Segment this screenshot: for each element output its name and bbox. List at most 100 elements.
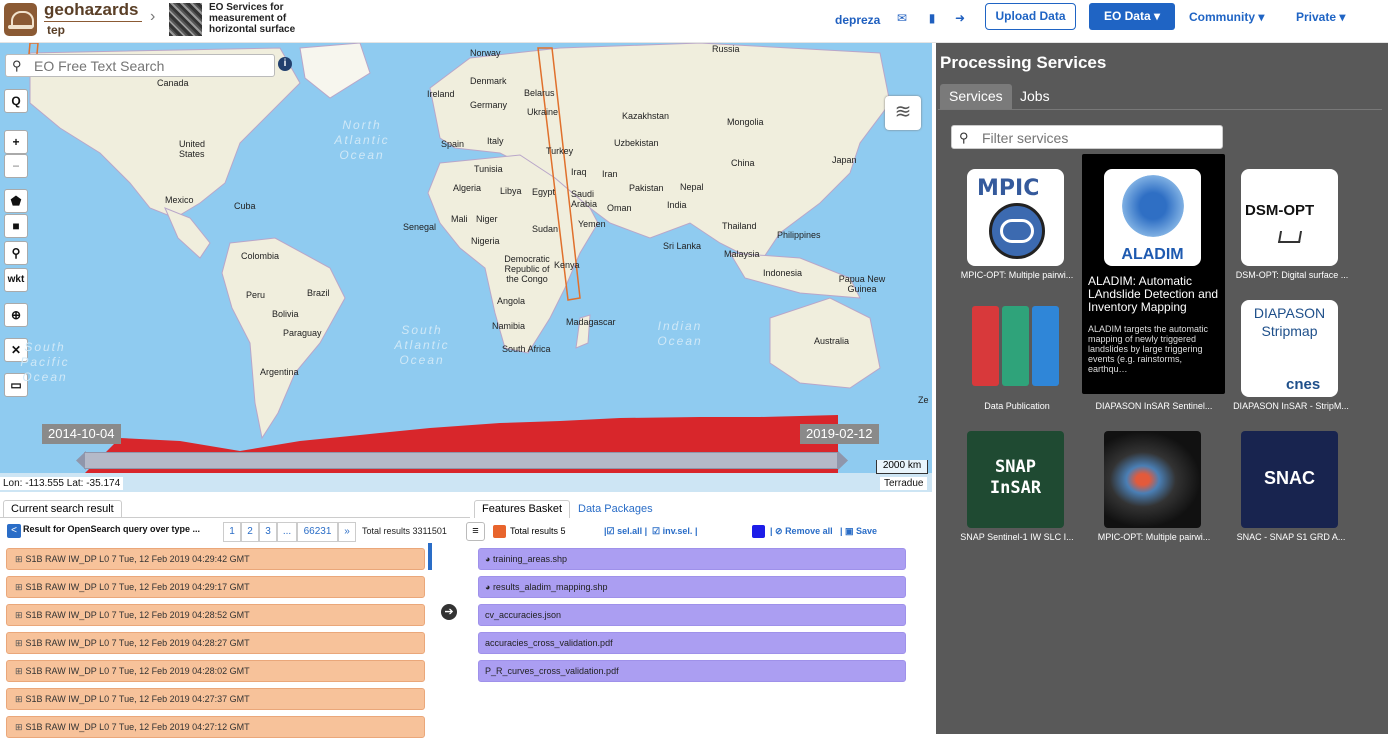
community-menu[interactable]: Community ▾ (1189, 10, 1264, 24)
save-link[interactable]: | ▣ Save (840, 526, 877, 537)
username-link[interactable]: depreza (835, 13, 880, 27)
binder-red-icon (972, 306, 999, 386)
map-label: Argentina (260, 367, 299, 377)
snap-logo-text: SNAP InSAR (989, 457, 1042, 498)
map-label: Sri Lanka (663, 241, 702, 251)
draw-polygon-button[interactable]: ⬟ (4, 189, 28, 213)
zoom-in-button[interactable]: + (4, 130, 28, 154)
service-tile-mpic-opt-2[interactable] (1104, 431, 1201, 528)
map-label: United States (179, 139, 206, 159)
service-label[interactable]: Data Publication (952, 401, 1082, 411)
page-1[interactable]: 1 (223, 522, 241, 542)
draw-point-button[interactable]: ⚲ (4, 241, 28, 265)
share-icon[interactable]: < (7, 524, 21, 538)
service-tile-aladim[interactable]: ALADIM (1104, 169, 1201, 266)
page-next[interactable]: » (338, 522, 356, 542)
basket-item[interactable]: cv_accuracies.json (478, 604, 906, 626)
private-menu[interactable]: Private ▾ (1296, 10, 1345, 24)
page-ellipsis[interactable]: ... (277, 522, 297, 542)
service-tile-snap-insar[interactable]: SNAP InSAR (967, 431, 1064, 528)
basket-item[interactable]: ◕ results_aladim_mapping.shp (478, 576, 906, 598)
inv-sel-text: inv.sel. (662, 526, 693, 536)
info-icon[interactable]: i (278, 57, 292, 71)
tab-features-basket[interactable]: Features Basket (474, 500, 571, 518)
result-row[interactable]: ⊞ S1B RAW IW_DP L0 7 Tue, 12 Feb 2019 04:… (6, 688, 425, 710)
results-scrollbar[interactable] (428, 543, 432, 570)
map-label: Colombia (241, 251, 280, 261)
wkt-button[interactable]: wkt (4, 268, 28, 292)
map-attribution[interactable]: Terradue (880, 477, 928, 490)
layers-button[interactable]: ≋ (885, 96, 921, 130)
brand-name[interactable]: geohazards (44, 0, 138, 20)
map-label: Sudan (532, 224, 559, 234)
tab-data-packages[interactable]: Data Packages (578, 503, 653, 515)
filter-services-box[interactable]: ⚲ (951, 125, 1223, 149)
remove-all-link[interactable]: | ⊘ Remove all (770, 526, 833, 537)
search-tool-button[interactable]: Q (4, 89, 28, 113)
basket-color-swatch[interactable] (493, 525, 506, 538)
project-thumbnail (169, 3, 202, 36)
move-to-basket-button[interactable]: ➔ (441, 604, 457, 620)
basket-item[interactable]: accuracies_cross_validation.pdf (478, 632, 906, 654)
service-tile-diapason-stripmap[interactable]: DIAPASON Stripmap cnes (1241, 300, 1338, 397)
basket-blue-swatch[interactable] (752, 525, 765, 538)
zoom-out-button[interactable]: − (4, 154, 28, 178)
timeline-slider[interactable] (84, 452, 838, 469)
timeline-start-date[interactable]: 2014-10-04 (42, 424, 121, 444)
filter-services-input[interactable] (982, 129, 1217, 146)
result-row[interactable]: ⊞ S1B RAW IW_DP L0 7 Tue, 12 Feb 2019 04:… (6, 604, 425, 626)
map-label: Yemen (578, 219, 606, 229)
page-last[interactable]: 66231 (297, 522, 338, 542)
page-2[interactable]: 2 (241, 522, 259, 542)
basket-item[interactable]: ◕ training_areas.shp (478, 548, 906, 570)
tab-services[interactable]: Services (940, 84, 1012, 109)
page-3[interactable]: 3 (259, 522, 277, 542)
invert-selection-link[interactable]: ☑ inv.sel. | (652, 526, 697, 537)
tab-jobs[interactable]: Jobs (1011, 84, 1059, 109)
map-label: Malaysia (724, 249, 760, 259)
basket-menu-icon[interactable]: ≡ (466, 522, 485, 541)
tab-current-search-result[interactable]: Current search result (3, 500, 122, 518)
geohazards-logo[interactable] (4, 3, 37, 36)
map-label: Turkey (546, 146, 574, 156)
map-label: Mongolia (727, 117, 764, 127)
timeline-end-date[interactable]: 2019-02-12 (800, 424, 879, 444)
globe-tool-button[interactable]: ⊕ (4, 303, 28, 327)
result-row[interactable]: ⊞ S1B RAW IW_DP L0 7 Tue, 12 Feb 2019 04:… (6, 576, 425, 598)
map-label: China (731, 158, 755, 168)
service-tile-mpic-opt[interactable]: MPIC (967, 169, 1064, 266)
service-label[interactable]: SNAP Sentinel-1 IW SLC I... (952, 532, 1082, 542)
map-label: Namibia (492, 321, 526, 331)
sign-out-icon[interactable]: ➜ (953, 12, 967, 25)
service-label[interactable]: DIAPASON InSAR - StripM... (1226, 401, 1356, 411)
eo-search-box[interactable]: ⚲ (5, 54, 275, 77)
service-label[interactable]: MPIC-OPT: Multiple pairwi... (1089, 532, 1219, 542)
basket-item[interactable]: P_R_curves_cross_validation.pdf (478, 660, 906, 682)
eo-data-menu[interactable]: EO Data ▾ (1089, 3, 1175, 30)
service-label[interactable]: DSM-OPT: Digital surface ... (1227, 270, 1357, 280)
service-tile-data-publication[interactable] (967, 300, 1064, 397)
project-title[interactable]: EO Services for measurement of horizonta… (209, 2, 319, 35)
service-label[interactable]: MPIC-OPT: Multiple pairwi... (952, 270, 1082, 280)
upload-data-button[interactable]: Upload Data (985, 3, 1076, 30)
map-label: Algeria (453, 183, 482, 193)
result-row[interactable]: ⊞ S1B RAW IW_DP L0 7 Tue, 12 Feb 2019 04:… (6, 660, 425, 682)
result-row[interactable]: ⊞ S1B RAW IW_DP L0 7 Tue, 12 Feb 2019 04:… (6, 716, 425, 738)
map-label: Niger (476, 214, 498, 224)
service-label[interactable]: DIAPASON InSAR Sentinel... (1089, 401, 1219, 411)
tab-divider (938, 109, 1382, 110)
result-row[interactable]: ⊞ S1B RAW IW_DP L0 7 Tue, 12 Feb 2019 04:… (6, 548, 425, 570)
aladim-logo-text: ALADIM (1121, 246, 1184, 263)
ocean-label: Indian Ocean (657, 319, 703, 348)
result-row[interactable]: ⊞ S1B RAW IW_DP L0 7 Tue, 12 Feb 2019 04:… (6, 632, 425, 654)
book-icon[interactable]: ▮ (925, 12, 939, 25)
basket-item-name: P_R_curves_cross_validation.pdf (485, 666, 619, 676)
select-all-link[interactable]: |☑ sel.all | (604, 526, 647, 537)
service-tile-snac[interactable]: SNAC (1241, 431, 1338, 528)
envelope-icon[interactable]: ✉ (895, 12, 909, 25)
service-tile-dsm-opt[interactable]: DSM-OPT (1241, 169, 1338, 266)
eo-search-input[interactable] (34, 57, 269, 75)
basket-item-name: results_aladim_mapping.shp (492, 582, 608, 592)
draw-rectangle-button[interactable]: ■ (4, 214, 28, 238)
service-label[interactable]: SNAC - SNAP S1 GRD A... (1226, 532, 1356, 542)
